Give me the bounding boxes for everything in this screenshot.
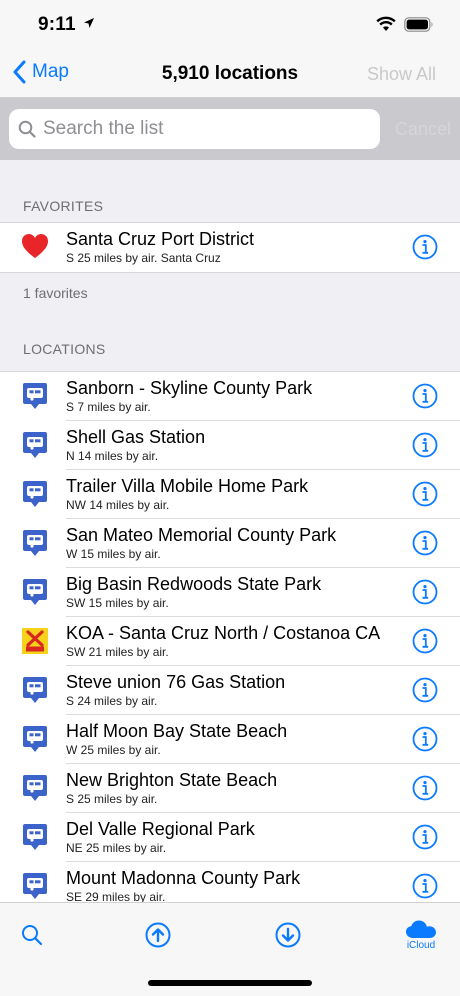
info-icon[interactable] bbox=[412, 775, 438, 801]
home-indicator bbox=[148, 980, 312, 986]
show-all-button[interactable]: Show All bbox=[367, 64, 436, 85]
item-title: KOA - Santa Cruz North / Costanoa CA bbox=[66, 623, 381, 643]
location-arrow-icon bbox=[84, 18, 95, 28]
info-icon[interactable] bbox=[412, 530, 438, 556]
search-field[interactable] bbox=[9, 109, 380, 149]
tab-download[interactable] bbox=[270, 917, 306, 953]
info-icon[interactable] bbox=[412, 432, 438, 458]
info-icon[interactable] bbox=[412, 726, 438, 752]
search-bar: Cancel bbox=[0, 98, 460, 160]
status-time: 9:11 bbox=[38, 14, 95, 36]
list-item[interactable]: Trailer Villa Mobile Home Park NW 14 mile… bbox=[0, 470, 460, 519]
list-item[interactable]: Santa Cruz Port District S 25 miles by a… bbox=[0, 223, 460, 272]
item-subtitle: SW 15 miles by air. bbox=[66, 596, 169, 610]
tab-upload[interactable] bbox=[140, 917, 176, 953]
favorites-footer: 1 favorites bbox=[23, 285, 88, 301]
info-icon[interactable] bbox=[412, 824, 438, 850]
item-title: Shell Gas Station bbox=[66, 427, 206, 447]
item-title: Half Moon Bay State Beach bbox=[66, 721, 288, 741]
info-icon[interactable] bbox=[412, 234, 438, 260]
list-item[interactable]: Mount Madonna County Park SE 29 miles by … bbox=[0, 862, 460, 902]
tab-search[interactable] bbox=[14, 917, 50, 953]
item-title: Big Basin Redwoods State Park bbox=[66, 574, 322, 594]
download-icon bbox=[275, 922, 301, 948]
rv-pin-icon bbox=[22, 578, 48, 606]
item-subtitle: S 24 miles by air. bbox=[66, 694, 158, 708]
list-item[interactable]: Shell Gas Station N 14 miles by air. bbox=[0, 421, 460, 470]
rv-pin-icon bbox=[22, 774, 48, 802]
navigation-bar: Map 5,910 locations Show All bbox=[0, 50, 460, 98]
item-title: Mount Madonna County Park bbox=[66, 868, 301, 888]
rv-pin-icon bbox=[22, 480, 48, 508]
item-title: Sanborn - Skyline County Park bbox=[66, 378, 313, 398]
item-subtitle: NW 14 miles by air. bbox=[66, 498, 170, 512]
status-indicators bbox=[376, 16, 434, 32]
locations-list[interactable]: FAVORITES Santa Cruz Port District S 25 … bbox=[0, 160, 460, 902]
rv-pin-icon bbox=[22, 823, 48, 851]
item-subtitle: SW 21 miles by air. bbox=[66, 645, 169, 659]
item-subtitle: NE 25 miles by air. bbox=[66, 841, 167, 855]
rv-pin-icon bbox=[22, 529, 48, 557]
item-subtitle: SE 29 miles by air. bbox=[66, 890, 166, 902]
list-item[interactable]: Big Basin Redwoods State Park SW 15 miles… bbox=[0, 568, 460, 617]
heart-icon bbox=[22, 234, 48, 258]
icloud-icon bbox=[406, 920, 436, 938]
item-title: Steve union 76 Gas Station bbox=[66, 672, 286, 692]
item-subtitle: W 15 miles by air. bbox=[66, 547, 161, 561]
info-icon[interactable] bbox=[412, 677, 438, 703]
tab-icloud[interactable]: iCloud bbox=[403, 917, 439, 953]
list-item[interactable]: Sanborn - Skyline County Park S 7 miles b… bbox=[0, 372, 460, 421]
item-subtitle: W 25 miles by air. bbox=[66, 743, 161, 757]
location-rows: Sanborn - Skyline County Park S 7 miles b… bbox=[0, 371, 460, 902]
tab-label: iCloud bbox=[406, 940, 436, 951]
list-item[interactable]: Del Valle Regional Park NE 25 miles by ai… bbox=[0, 813, 460, 862]
item-subtitle: N 14 miles by air. bbox=[66, 449, 159, 463]
info-icon[interactable] bbox=[412, 383, 438, 409]
info-icon[interactable] bbox=[412, 481, 438, 507]
list-item[interactable]: San Mateo Memorial County Park W 15 miles… bbox=[0, 519, 460, 568]
rv-pin-icon bbox=[22, 872, 48, 900]
favorites-rows: Santa Cruz Port District S 25 miles by a… bbox=[0, 222, 460, 273]
list-item[interactable]: Half Moon Bay State Beach W 25 miles by a… bbox=[0, 715, 460, 764]
list-item[interactable]: KOA - Santa Cruz North / Costanoa CA SW 2… bbox=[0, 617, 460, 666]
favorites-header: FAVORITES bbox=[23, 198, 104, 214]
search-input[interactable] bbox=[43, 118, 363, 140]
item-title: Del Valle Regional Park bbox=[66, 819, 255, 839]
rv-pin-icon bbox=[22, 382, 48, 410]
rv-pin-icon bbox=[22, 676, 48, 704]
item-title: Santa Cruz Port District bbox=[66, 229, 255, 249]
list-item[interactable]: New Brighton State Beach S 25 miles by ai… bbox=[0, 764, 460, 813]
cancel-button[interactable]: Cancel bbox=[395, 119, 451, 140]
item-title: New Brighton State Beach bbox=[66, 770, 278, 790]
search-icon bbox=[18, 120, 36, 138]
list-item[interactable]: Steve union 76 Gas Station S 24 miles by … bbox=[0, 666, 460, 715]
wifi-icon bbox=[376, 16, 396, 31]
item-subtitle: S 25 miles by air. bbox=[66, 792, 158, 806]
info-icon[interactable] bbox=[412, 873, 438, 899]
upload-icon bbox=[145, 922, 171, 948]
status-bar: 9:11 bbox=[0, 0, 460, 50]
item-subtitle: S 25 miles by air. Santa Cruz bbox=[66, 251, 221, 265]
info-icon[interactable] bbox=[412, 579, 438, 605]
info-icon[interactable] bbox=[412, 628, 438, 654]
search-icon bbox=[22, 925, 43, 946]
item-subtitle: S 7 miles by air. bbox=[66, 400, 151, 414]
locations-header: LOCATIONS bbox=[23, 341, 106, 357]
rv-pin-icon bbox=[22, 431, 48, 459]
koa-logo-icon bbox=[22, 627, 48, 655]
item-title: San Mateo Memorial County Park bbox=[66, 525, 337, 545]
item-title: Trailer Villa Mobile Home Park bbox=[66, 476, 309, 496]
rv-pin-icon bbox=[22, 725, 48, 753]
battery-icon bbox=[404, 16, 433, 32]
